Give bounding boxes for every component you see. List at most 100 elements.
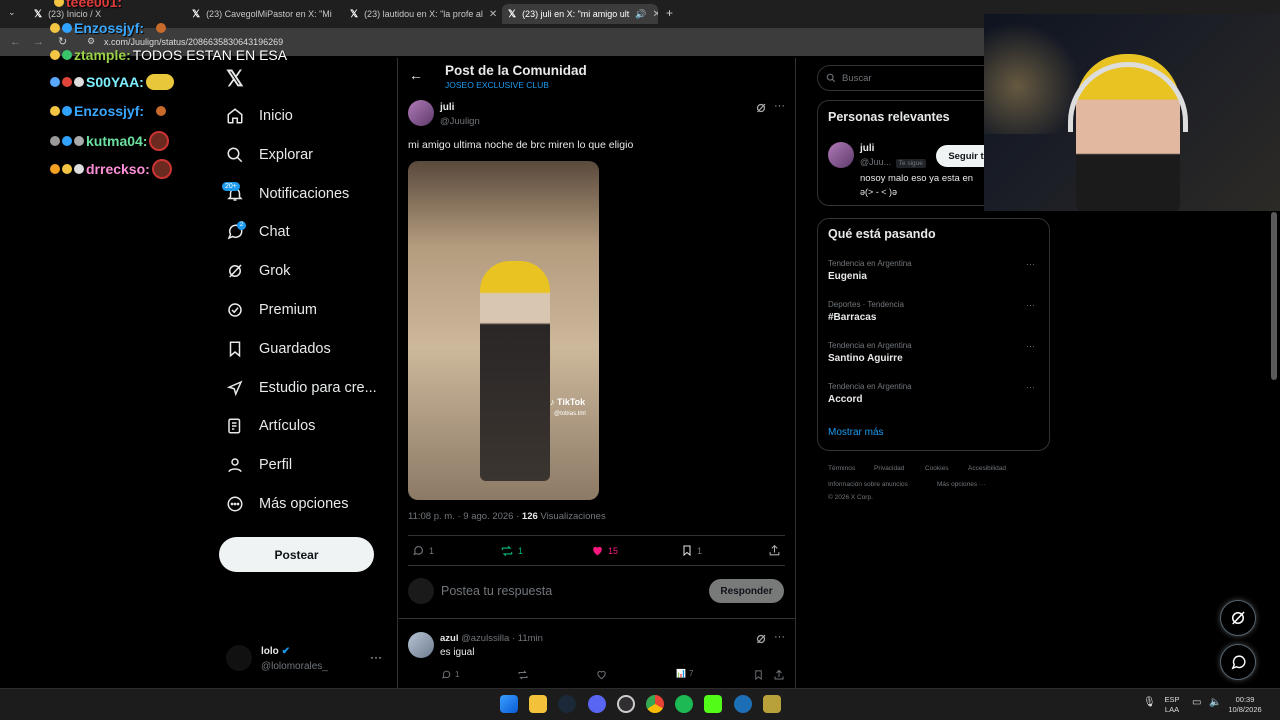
close-icon[interactable]: ✕ bbox=[653, 9, 658, 20]
author-name[interactable]: juli bbox=[440, 102, 454, 113]
footer-privacy[interactable]: Privacidad bbox=[874, 465, 904, 472]
heart-icon[interactable] bbox=[596, 669, 607, 680]
author-avatar[interactable] bbox=[408, 100, 434, 126]
windows-start-icon[interactable] bbox=[500, 695, 518, 713]
nav-explorar[interactable]: Explorar bbox=[226, 141, 313, 169]
show-more-link[interactable]: Mostrar más bbox=[828, 427, 884, 438]
site-info-icon[interactable]: ⚙ bbox=[87, 36, 95, 47]
trend-more-icon[interactable]: ··· bbox=[1026, 259, 1035, 269]
reply-views-action[interactable]: 📊 7 bbox=[676, 669, 693, 678]
share-icon[interactable] bbox=[773, 669, 785, 681]
search-input[interactable]: Buscar bbox=[817, 65, 997, 91]
page-title: Post de la Comunidad bbox=[445, 63, 587, 78]
divider bbox=[408, 535, 785, 536]
discord-icon[interactable] bbox=[588, 695, 606, 713]
reply-action[interactable]: 1 bbox=[412, 544, 434, 557]
reply-author-avatar[interactable] bbox=[408, 632, 434, 658]
trend-name[interactable]: Accord bbox=[828, 394, 862, 405]
volume-icon[interactable]: 🔈 bbox=[1209, 697, 1221, 708]
grok-icon bbox=[1232, 611, 1245, 625]
grok-icon[interactable] bbox=[755, 633, 767, 645]
relevant-name[interactable]: juli bbox=[860, 143, 874, 154]
speaker-icon[interactable]: 🔊 bbox=[635, 9, 646, 20]
trend-name[interactable]: Eugenia bbox=[828, 271, 867, 282]
trends-panel bbox=[817, 218, 1050, 451]
bookmark-count: 1 bbox=[697, 545, 703, 556]
like-action[interactable]: 15 bbox=[591, 544, 618, 557]
footer-accessibility[interactable]: Accesibilidad bbox=[968, 465, 1006, 472]
nav-guardados[interactable]: Guardados bbox=[226, 335, 331, 363]
x-logo-icon[interactable]: 𝕏 bbox=[226, 66, 244, 92]
microphone-icon[interactable]: 🎙 bbox=[1143, 697, 1156, 708]
repost-icon[interactable] bbox=[517, 669, 529, 681]
spotify-icon[interactable] bbox=[675, 695, 693, 713]
relevant-avatar[interactable] bbox=[828, 142, 854, 168]
post-more-icon[interactable]: ··· bbox=[774, 100, 785, 112]
nav-inicio[interactable]: Inicio bbox=[226, 102, 293, 130]
steam-icon[interactable] bbox=[558, 695, 576, 713]
reply-reply-action[interactable]: 1 bbox=[441, 669, 459, 680]
kick-icon[interactable] bbox=[704, 695, 722, 713]
nav-mas-opciones[interactable]: Más opciones bbox=[226, 490, 348, 518]
nav-premium[interactable]: Premium bbox=[226, 296, 317, 324]
footer-terms[interactable]: Términos bbox=[828, 465, 855, 472]
nav-estudio[interactable]: Estudio para cre... bbox=[226, 374, 377, 402]
trend-more-icon[interactable]: ··· bbox=[1026, 341, 1035, 351]
tab-juli[interactable]: 𝕏 (23) juli en X: "mi amigo ult 🔊 ✕ bbox=[502, 4, 658, 24]
tab-cavegol[interactable]: 𝕏 (23) CavegolMiPastor en X: "Mi ✕ bbox=[186, 4, 338, 24]
forward-icon[interactable]: → bbox=[33, 36, 44, 48]
nav-articulos[interactable]: Artículos bbox=[226, 412, 315, 440]
tiktok-handle: @tobias.tml bbox=[554, 411, 586, 417]
author-handle[interactable]: @Juulign bbox=[440, 116, 480, 127]
grok-float-button[interactable] bbox=[1220, 600, 1256, 636]
trend-more-icon[interactable]: ··· bbox=[1026, 382, 1035, 392]
relevant-handle-text[interactable]: @Juu... bbox=[860, 157, 891, 167]
grok-icon[interactable] bbox=[755, 102, 767, 114]
close-icon[interactable]: ✕ bbox=[489, 9, 496, 20]
footer-more[interactable]: Más opciones ··· bbox=[937, 481, 985, 488]
chat-user: Enzossjyf: bbox=[74, 103, 145, 119]
clock[interactable]: 00:39 10/8/2026 bbox=[1222, 695, 1268, 715]
chat-float-button[interactable] bbox=[1220, 644, 1256, 680]
back-arrow-icon[interactable]: ← bbox=[409, 67, 423, 83]
post-button[interactable]: Postear bbox=[219, 537, 374, 572]
footer-cookies[interactable]: Cookies bbox=[925, 465, 948, 472]
profile-more-icon[interactable]: ··· bbox=[370, 650, 382, 664]
back-icon[interactable]: ← bbox=[10, 36, 21, 48]
network-icon[interactable]: ▭ bbox=[1192, 697, 1201, 708]
reply-author-name[interactable]: azul bbox=[440, 633, 458, 644]
chrome-icon[interactable] bbox=[646, 695, 664, 713]
ccleaner-icon[interactable] bbox=[734, 695, 752, 713]
trend-name[interactable]: Santino Aguirre bbox=[828, 353, 903, 364]
chat-icon bbox=[1231, 654, 1246, 669]
reply-author-handle[interactable]: @azulssilla bbox=[461, 633, 509, 644]
repost-action[interactable]: 1 bbox=[500, 544, 523, 558]
nav-perfil[interactable]: Perfil bbox=[226, 451, 292, 479]
obs-icon[interactable] bbox=[617, 695, 635, 713]
footer-ads-info[interactable]: Información sobre anuncios bbox=[828, 481, 908, 488]
avatar[interactable] bbox=[226, 645, 252, 671]
nav-grok[interactable]: Grok bbox=[226, 257, 290, 285]
tab-lautidou[interactable]: 𝕏 (23) lautidou en X: "la profe al ✕ bbox=[344, 4, 496, 24]
trend-name[interactable]: #Barracas bbox=[828, 312, 876, 323]
community-link[interactable]: JOSEO EXCLUSIVE CLUB bbox=[445, 80, 549, 90]
app-icon[interactable] bbox=[763, 695, 781, 713]
post-video[interactable]: ♪ TikTok @tobias.tml bbox=[408, 161, 599, 500]
trend-more-icon[interactable]: ··· bbox=[1026, 300, 1035, 310]
page-scrollbar[interactable] bbox=[1271, 212, 1277, 380]
nav-notificaciones[interactable]: Notificaciones bbox=[226, 180, 349, 208]
url-field[interactable]: x.com/Juulign/status/2086635830643196269 bbox=[104, 37, 283, 47]
bookmark-icon[interactable] bbox=[753, 669, 764, 681]
nav-chat[interactable]: Chat bbox=[226, 218, 290, 246]
language-indicator[interactable]: ESP LAA bbox=[1160, 695, 1184, 715]
profile-name[interactable]: lolo ✔ bbox=[261, 646, 290, 657]
reply-input[interactable]: Postea tu respuesta bbox=[441, 584, 552, 598]
reply-more-icon[interactable]: ··· bbox=[774, 631, 785, 643]
relevant-handle: @Juu... Te sigue bbox=[860, 157, 926, 168]
share-icon[interactable] bbox=[768, 544, 781, 557]
reply-button[interactable]: Responder bbox=[709, 579, 784, 603]
file-explorer-icon[interactable] bbox=[529, 695, 547, 713]
tab-search-icon[interactable]: ⌄ bbox=[8, 7, 16, 18]
new-tab-icon[interactable]: + bbox=[666, 6, 673, 20]
bookmark-action[interactable]: 1 bbox=[681, 544, 702, 557]
